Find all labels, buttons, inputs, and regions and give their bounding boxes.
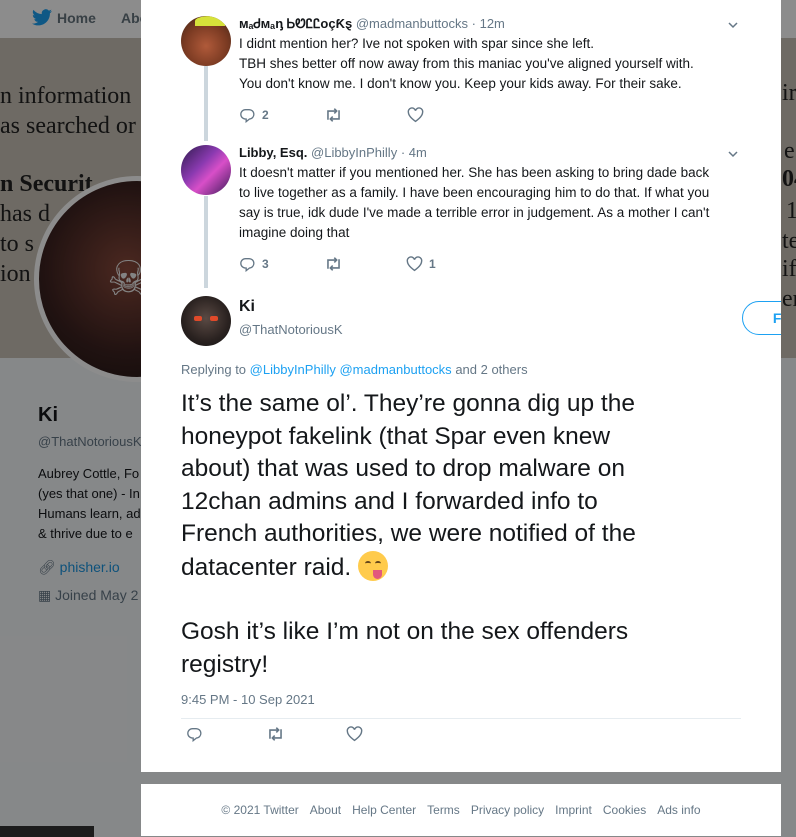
like-button[interactable]: 1 [406,256,436,272]
tweet-actions: 3 1 [239,256,436,272]
tweet-text: I didnt mention her? Ive not spoken with… [239,34,739,94]
tweet-header: ᴍₐᏧᴍₐᶇ ᏏᏬᏝᏝᴏçƘȿ @madmanbuttocks · 12m [239,16,505,32]
heart-icon [406,256,423,272]
reply-count: 3 [262,257,269,271]
tweet-line: say is true, idk dude I've made a terrib… [239,205,710,220]
retweet-button[interactable] [324,256,406,272]
tweet-line: It’s the same ol’. They’re gonna dig up … [181,390,635,417]
footer-link-ads-info[interactable]: Ads info [657,803,700,817]
avatar[interactable] [181,145,231,195]
like-button[interactable] [407,107,424,123]
heart-icon [346,726,363,742]
tweet-line: to live together as a family. I have bee… [239,185,710,200]
tweet-actions: 2 [239,107,424,123]
tweet-line: I didnt mention her? Ive not spoken with… [239,36,594,51]
tweet-text: It doesn't matter if you mentioned her. … [239,163,739,243]
heart-icon [407,107,424,123]
author-handle[interactable]: @LibbyInPhilly [311,145,397,160]
thread-line [204,196,208,288]
replying-prefix: Replying to [181,362,247,377]
reply-button[interactable] [186,726,266,742]
footer-link-terms[interactable]: Terms [427,803,460,817]
footer-link-about[interactable]: About [310,803,341,817]
tweet-line: datacenter raid. [181,553,352,581]
site-footer: © 2021 Twitter About Help Center Terms P… [141,784,781,836]
footer-link-cookies[interactable]: Cookies [603,803,646,817]
tweet-line: imagine doing that [239,225,350,240]
chevron-down-icon[interactable] [728,20,738,30]
tweet-line: You don't know me. I don't know you. Kee… [239,76,682,91]
footer-link-privacy[interactable]: Privacy policy [471,803,544,817]
follow-button[interactable]: Follow [742,301,781,335]
like-count: 1 [429,257,436,271]
tweet-time[interactable]: · 4m [401,145,427,160]
footer-copyright: © 2021 Twitter [221,803,299,817]
main-tweet-text: It’s the same ol’. They’re gonna dig up … [181,388,741,681]
replying-others[interactable]: and 2 others [455,362,527,377]
tweet-header: Libby, Esq. @LibbyInPhilly · 4m [239,145,427,160]
reply-icon [187,728,202,742]
tweet-modal: ᴍₐᏧᴍₐᶇ ᏏᏬᏝᏝᴏçƘȿ @madmanbuttocks · 12m I … [141,0,781,772]
tweet-actions [186,726,363,742]
retweet-button[interactable] [266,726,346,742]
author-name[interactable]: Libby, Esq. [239,145,307,160]
tongue-face-emoji-icon [358,550,389,581]
retweet-icon [327,108,340,122]
thread-line [204,66,208,141]
tweet-line: about) that was used to drop malware on [181,455,625,482]
tweet-line: TBH shes better off now away from this m… [239,56,694,71]
reply-icon [240,109,255,123]
author-handle[interactable]: @ThatNotoriousK [239,322,343,337]
tweet-line: 12chan admins and I forwarded info to [181,487,598,515]
reply-button[interactable]: 3 [239,256,324,272]
retweet-button[interactable] [324,107,407,123]
tweet-line: registry! [181,650,269,678]
tweet-timestamp[interactable]: 9:45 PM - 10 Sep 2021 [181,692,315,707]
reply-icon [240,258,255,272]
mention-link[interactable]: @LibbyInPhilly [250,362,336,377]
mention-link[interactable]: @madmanbuttocks [339,362,451,377]
footer-link-help-center[interactable]: Help Center [352,803,416,817]
author-handle[interactable]: @madmanbuttocks [356,16,468,31]
reply-button[interactable]: 2 [239,107,324,123]
footer-link-imprint[interactable]: Imprint [555,803,592,817]
author-name[interactable]: Ki [239,298,255,316]
tweet-line-with-emoji: datacenter raid. [181,550,741,585]
avatar[interactable] [181,16,231,66]
chevron-down-icon[interactable] [728,149,738,159]
like-button[interactable] [346,726,363,742]
tweet-line: Gosh it’s like I’m not on the sex offend… [181,618,629,645]
avatar[interactable] [181,296,231,346]
tweet-line: French authorities, we were notified of … [181,520,636,547]
reply-count: 2 [262,108,269,122]
tweet-line: It doesn't matter if you mentioned her. … [239,165,710,180]
retweet-icon [269,727,282,741]
replying-to: Replying to @LibbyInPhilly @madmanbuttoc… [181,362,528,377]
divider [181,718,741,719]
author-name[interactable]: ᴍₐᏧᴍₐᶇ ᏏᏬᏝᏝᴏçƘȿ [239,16,352,31]
tweet-time[interactable]: · 12m [472,16,505,31]
tweet-line: honeypot fakelink (that Spar even knew [181,422,611,450]
retweet-icon [327,257,340,271]
